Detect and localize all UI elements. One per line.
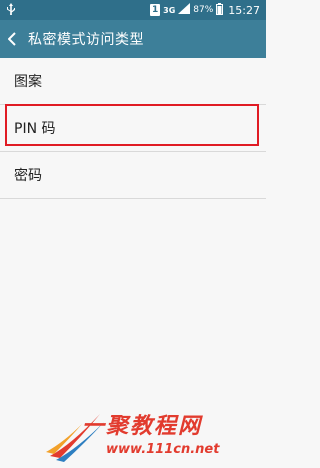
option-pin[interactable]: PIN 码	[0, 105, 266, 152]
status-bar: 1 3G 87% 15:27	[0, 0, 266, 20]
status-right: 1 3G 87% 15:27	[150, 2, 260, 18]
signal-icon	[178, 3, 191, 17]
action-bar: 私密模式访问类型	[0, 20, 266, 58]
access-type-list: 图案 PIN 码 密码	[0, 58, 266, 199]
option-password[interactable]: 密码	[0, 152, 266, 199]
option-label: 密码	[14, 168, 42, 184]
sim-badge: 1	[150, 4, 161, 16]
chevron-left-icon[interactable]	[8, 30, 20, 48]
battery-percent: 87%	[193, 5, 214, 15]
battery-icon	[216, 2, 224, 18]
watermark-title: 一聚教程网	[82, 413, 203, 439]
status-left	[6, 2, 16, 18]
option-label: PIN 码	[14, 121, 56, 137]
usb-icon	[6, 2, 16, 18]
option-pattern[interactable]: 图案	[0, 58, 266, 105]
watermark-url: www.111cn.net	[106, 442, 220, 457]
page-title: 私密模式访问类型	[28, 32, 144, 48]
network-type-label: 3G	[163, 5, 176, 15]
watermark: 一聚教程网 www.111cn.net	[42, 404, 262, 464]
clock: 15:27	[228, 3, 260, 17]
option-label: 图案	[14, 74, 42, 90]
